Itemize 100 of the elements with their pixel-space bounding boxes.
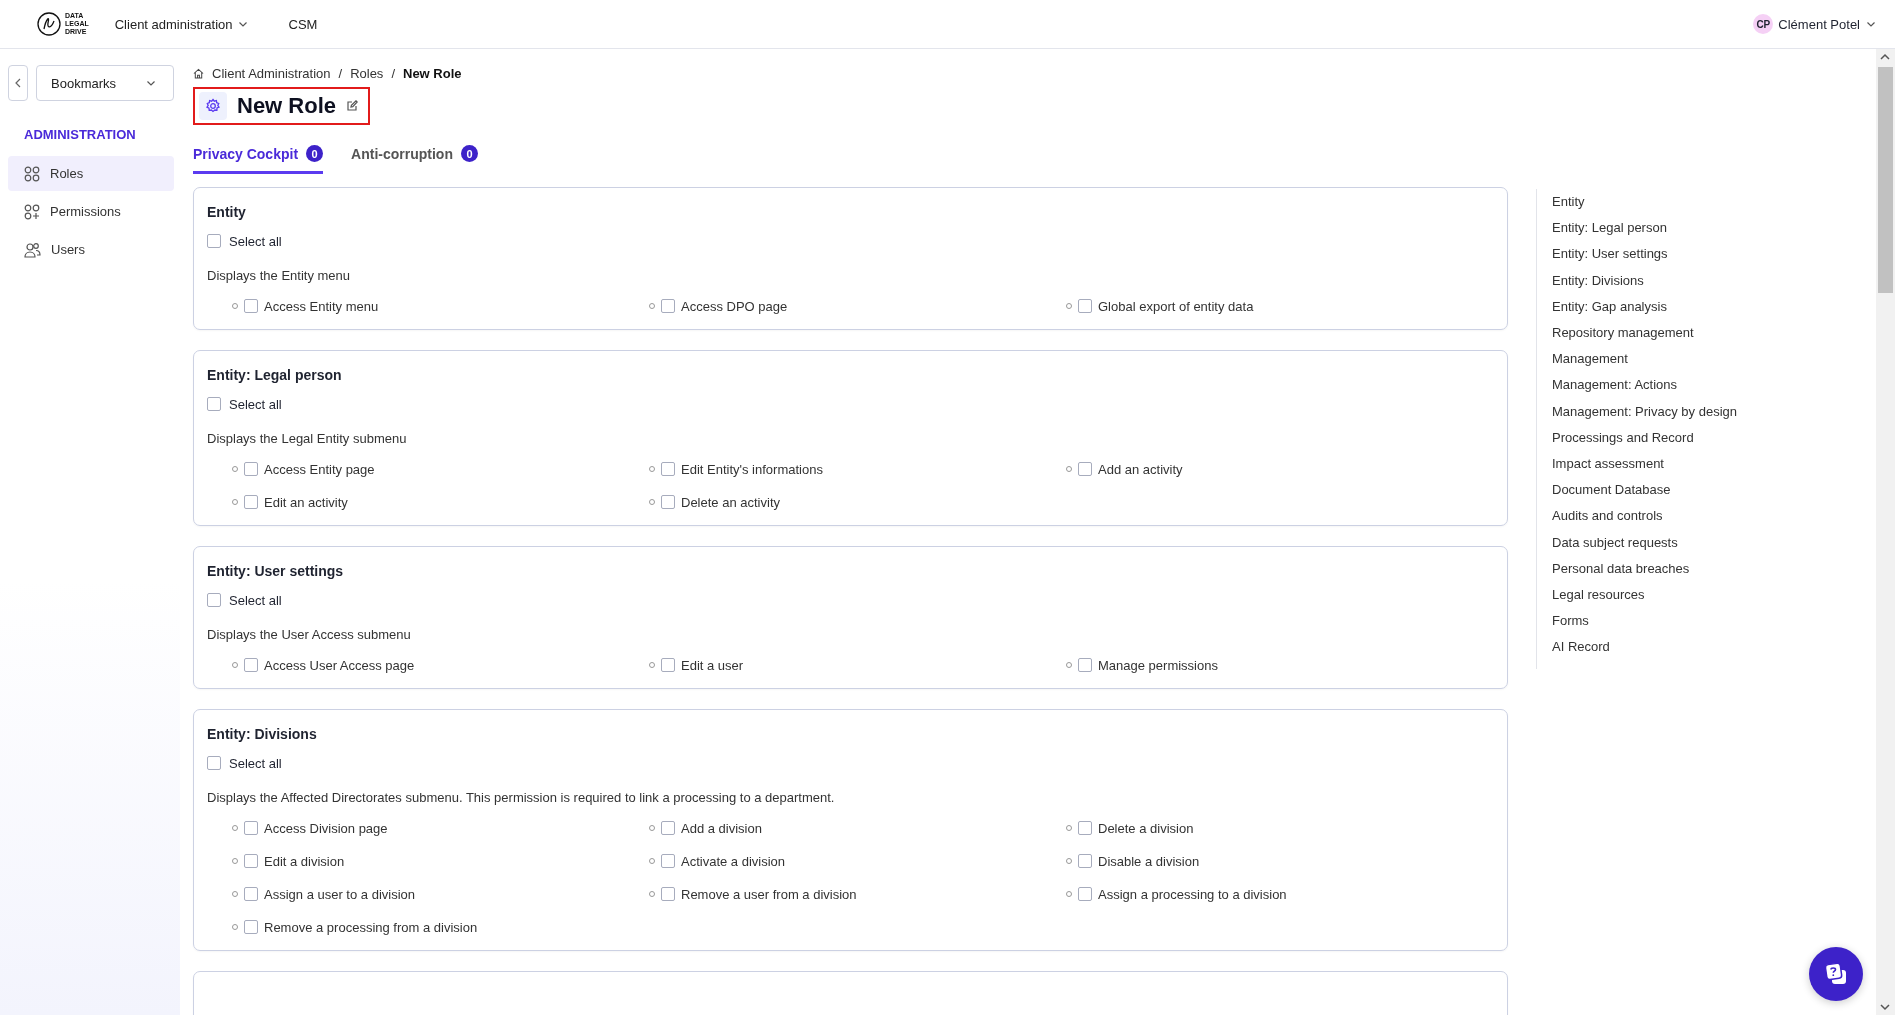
checkbox[interactable] bbox=[244, 299, 258, 313]
breadcrumb-separator: / bbox=[338, 66, 343, 81]
checkbox[interactable] bbox=[244, 658, 258, 672]
outline-link[interactable]: Entity: Divisions bbox=[1552, 267, 1737, 294]
chevron-up-icon[interactable] bbox=[1880, 53, 1890, 61]
grid-icon bbox=[24, 165, 40, 182]
sidebar-item[interactable]: Users bbox=[8, 232, 174, 267]
card-title: Entity: Legal person bbox=[207, 367, 343, 383]
outline-link[interactable]: Data subject requests bbox=[1552, 529, 1737, 556]
checkbox-label: Manage permissions bbox=[1098, 657, 1218, 673]
checkbox-label: Activate a division bbox=[681, 853, 786, 869]
user-menu[interactable]: CP Clément Potel bbox=[1753, 14, 1877, 34]
home-icon bbox=[193, 68, 204, 79]
checkbox-label: Add a division bbox=[681, 820, 762, 836]
checkbox-label: Assign a user to a division bbox=[264, 886, 416, 902]
nav-menu[interactable]: Client administration bbox=[114, 16, 249, 32]
outline-link[interactable]: Document Database bbox=[1552, 477, 1737, 504]
checkbox[interactable] bbox=[1078, 658, 1092, 672]
user-name: Clément Potel bbox=[1778, 16, 1860, 32]
outline-link[interactable]: Audits and controls bbox=[1552, 503, 1737, 530]
sidebar-item[interactable]: Roles bbox=[8, 156, 174, 191]
breadcrumb-link[interactable]: Roles bbox=[350, 66, 384, 81]
checkbox[interactable] bbox=[207, 397, 221, 411]
checkbox-label: Edit Entity's informations bbox=[681, 461, 823, 477]
page-title: New Role bbox=[237, 93, 337, 119]
collapse-button[interactable] bbox=[8, 65, 28, 101]
checkbox-label: Delete an activity bbox=[681, 494, 780, 510]
outline-link[interactable]: AI Record bbox=[1552, 634, 1737, 661]
checkbox-label: Global export of entity data bbox=[1098, 298, 1254, 314]
checkbox[interactable] bbox=[207, 234, 221, 248]
checkbox[interactable] bbox=[1078, 887, 1092, 901]
outline-link[interactable]: Entity: Legal person bbox=[1552, 215, 1737, 242]
checkbox[interactable] bbox=[661, 299, 675, 313]
checkbox[interactable] bbox=[1078, 462, 1092, 476]
checkbox[interactable] bbox=[661, 495, 675, 509]
checkbox-label: Remove a user from a division bbox=[681, 886, 857, 902]
outline-link[interactable]: Management bbox=[1552, 346, 1737, 373]
card-description: Displays the User Access submenu bbox=[207, 627, 412, 642]
checkbox[interactable] bbox=[1078, 854, 1092, 868]
checkbox[interactable] bbox=[661, 887, 675, 901]
scrollbar[interactable] bbox=[1876, 49, 1895, 1015]
grid-plus-icon bbox=[24, 203, 40, 220]
checkbox[interactable] bbox=[244, 821, 258, 835]
nav-menu[interactable]: CSM bbox=[288, 16, 318, 32]
chevron-down-icon[interactable] bbox=[1880, 1003, 1890, 1011]
checkbox[interactable] bbox=[661, 658, 675, 672]
card-description: Displays the Affected Directorates submenu. This permission is required to link a processing to a department. bbox=[207, 790, 836, 805]
outline-link[interactable]: Entity: User settings bbox=[1552, 241, 1737, 268]
checkbox[interactable] bbox=[207, 756, 221, 770]
avatar: CP bbox=[1753, 14, 1774, 34]
checkbox-label: Select all bbox=[229, 755, 282, 771]
checkbox[interactable] bbox=[1078, 821, 1092, 835]
chevron-left-icon bbox=[14, 78, 22, 88]
outline-link[interactable]: Forms bbox=[1552, 608, 1737, 635]
users-icon bbox=[24, 241, 41, 258]
sidebar-item[interactable]: Permissions bbox=[8, 194, 174, 229]
checkbox-label: Assign a processing to a division bbox=[1098, 886, 1287, 902]
gear-icon bbox=[199, 92, 227, 120]
checkbox-label: Access Entity menu bbox=[264, 298, 379, 314]
breadcrumb-link[interactable]: Client Administration bbox=[212, 66, 331, 81]
logo-icon bbox=[36, 11, 62, 37]
checkbox-label: Select all bbox=[229, 396, 282, 412]
checkbox[interactable] bbox=[244, 887, 258, 901]
outline-link[interactable]: Entity bbox=[1552, 189, 1737, 216]
outline-link[interactable]: Repository management bbox=[1552, 320, 1737, 347]
outline-link[interactable]: Management: Privacy by design bbox=[1552, 398, 1737, 425]
outline-link[interactable]: Entity: Gap analysis bbox=[1552, 293, 1737, 320]
card-description: Displays the Legal Entity submenu bbox=[207, 431, 408, 446]
outline-link[interactable]: Management: Actions bbox=[1552, 372, 1737, 399]
checkbox-label: Add an activity bbox=[1098, 461, 1183, 477]
edit-icon[interactable] bbox=[346, 100, 359, 112]
checkbox[interactable] bbox=[661, 854, 675, 868]
checkbox[interactable] bbox=[207, 593, 221, 607]
outline-link[interactable]: Impact assessment bbox=[1552, 451, 1737, 478]
tab[interactable]: Privacy Cockpit 0 bbox=[193, 145, 324, 174]
checkbox[interactable] bbox=[244, 920, 258, 934]
checkbox-label: Disable a division bbox=[1098, 853, 1200, 869]
checkbox[interactable] bbox=[661, 821, 675, 835]
outline-link[interactable]: Processings and Record bbox=[1552, 424, 1737, 452]
outline-link[interactable]: Legal resources bbox=[1552, 582, 1737, 609]
tab[interactable]: Anti-corruption 0 bbox=[351, 145, 478, 174]
checkbox[interactable] bbox=[244, 854, 258, 868]
scrollbar-thumb[interactable] bbox=[1878, 67, 1893, 293]
checkbox-label: Edit a division bbox=[264, 853, 345, 869]
checkbox[interactable] bbox=[1078, 299, 1092, 313]
checkbox-label: Access User Access page bbox=[264, 657, 415, 673]
bookmarks-dropdown[interactable]: Bookmarks bbox=[36, 65, 174, 101]
checkbox-label: Edit an activity bbox=[264, 494, 348, 510]
checkbox-label: Remove a processing from a division bbox=[264, 919, 478, 935]
checkbox[interactable] bbox=[244, 462, 258, 476]
checkbox-label: Select all bbox=[229, 592, 282, 608]
checkbox-label: Access Division page bbox=[264, 820, 388, 836]
checkbox[interactable] bbox=[661, 462, 675, 476]
count-badge: 0 bbox=[460, 145, 478, 162]
checkbox-label: Access Entity page bbox=[264, 461, 375, 477]
checkbox[interactable] bbox=[244, 495, 258, 509]
breadcrumb-separator: / bbox=[391, 66, 395, 81]
help-chat-button[interactable] bbox=[1809, 947, 1863, 1001]
outline-link[interactable]: Personal data breaches bbox=[1552, 555, 1737, 583]
checkbox-label: Edit a user bbox=[681, 657, 744, 673]
